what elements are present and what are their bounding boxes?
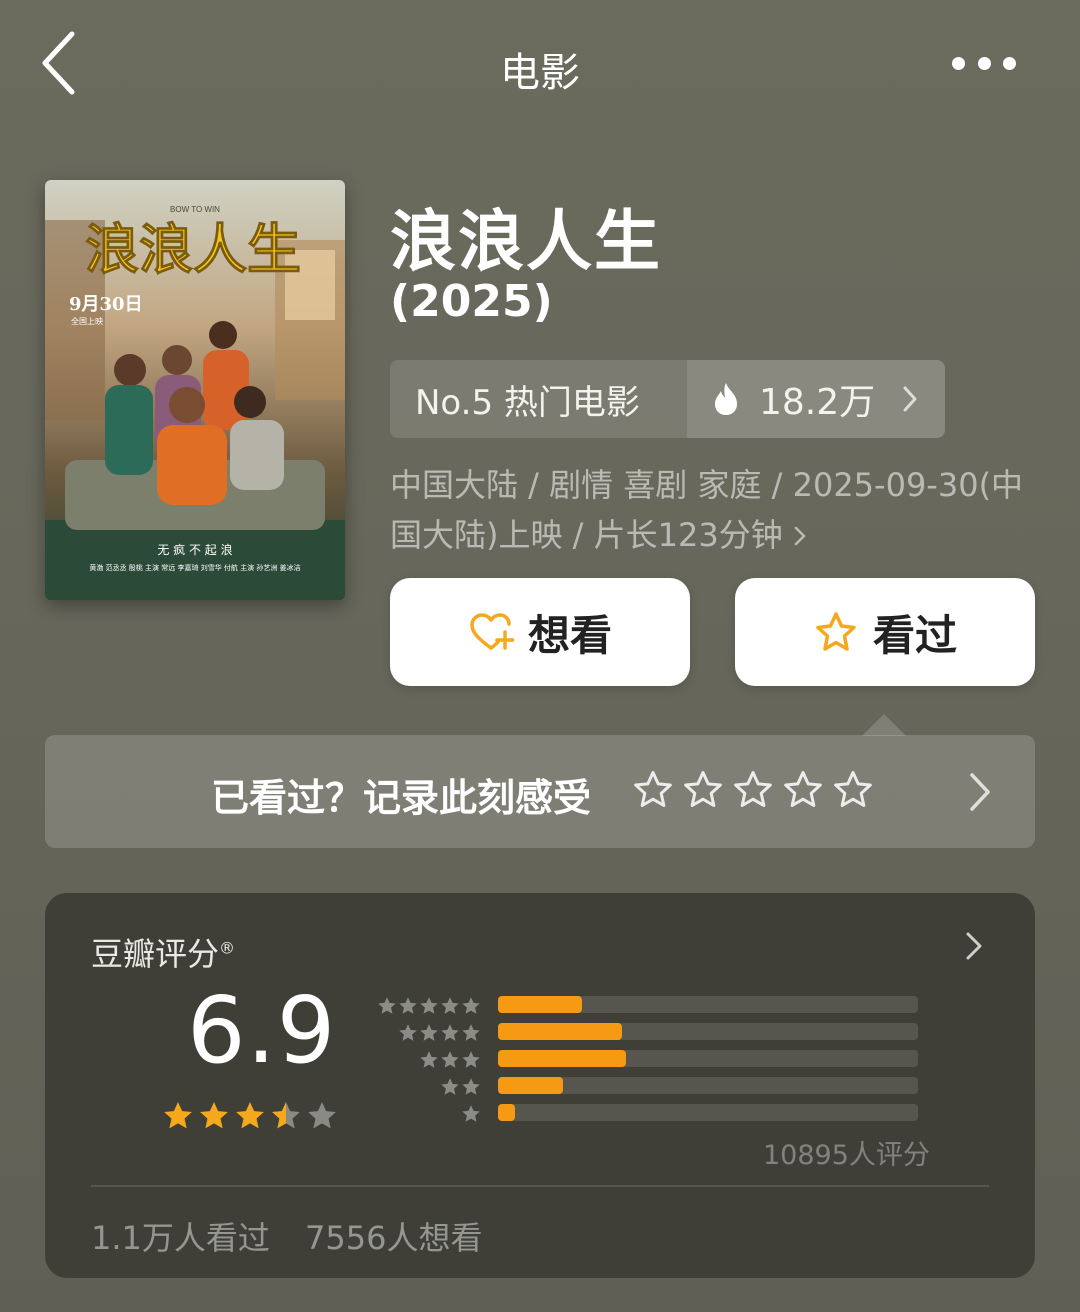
top-nav: 电影 xyxy=(0,0,1080,125)
movie-meta-text: 中国大陆 / 剧情 喜剧 家庭 / 2025-09-30(中国大陆)上映 / 片… xyxy=(390,466,1024,554)
distribution-track xyxy=(498,1023,918,1040)
star-filled-icon xyxy=(162,1099,194,1133)
rating-header-label: 豆瓣评分 xyxy=(91,935,220,973)
svg-text:9月30日: 9月30日 xyxy=(69,294,143,315)
flame-icon xyxy=(715,383,737,415)
record-rating-stars[interactable] xyxy=(633,769,873,811)
svg-text:BOW TO WIN: BOW TO WIN xyxy=(170,205,220,214)
chevron-right-icon[interactable] xyxy=(965,931,983,961)
watched-label: 看过 xyxy=(872,610,957,660)
want-count: 7556人想看 xyxy=(305,1219,483,1257)
distribution-bar xyxy=(498,996,582,1013)
rating-header: 豆瓣评分® xyxy=(91,929,235,975)
small-star-icon xyxy=(419,1050,439,1070)
more-dot-icon xyxy=(1003,56,1016,70)
movie-year: (2025) xyxy=(390,276,553,327)
more-dot-icon xyxy=(952,56,965,70)
distribution-bar xyxy=(498,1077,564,1094)
want-to-watch-button[interactable]: 想看 xyxy=(390,578,690,686)
rank-label[interactable]: No.5 热门电影 xyxy=(390,360,687,438)
distribution-stars xyxy=(377,996,481,1016)
small-star-icon xyxy=(461,1077,481,1097)
svg-text:全国上映: 全国上映 xyxy=(71,316,103,326)
heart-plus-icon xyxy=(470,613,514,650)
chevron-right-icon xyxy=(970,773,990,811)
star-filled-icon xyxy=(198,1099,230,1133)
distribution-stars xyxy=(398,1023,481,1043)
distribution-track xyxy=(498,996,918,1013)
small-star-icon xyxy=(461,996,481,1016)
rate-star-4-icon[interactable] xyxy=(783,769,823,811)
rating-score: 6.9 xyxy=(187,977,337,1084)
page-title: 电影 xyxy=(500,50,580,96)
score-stars xyxy=(162,1099,338,1133)
heat-value: 18.2万 xyxy=(759,382,876,423)
small-star-icon xyxy=(440,1050,460,1070)
record-feeling-bar[interactable]: 已看过？记录此刻感受 xyxy=(45,735,1035,848)
distribution-row-1-star xyxy=(375,1103,925,1125)
distribution-track xyxy=(498,1050,918,1067)
small-star-icon xyxy=(398,996,418,1016)
movie-poster[interactable]: BOW TO WIN 浪浪人生 9月30日 全国上映 无 疯 不 起 浪 黄渤 … xyxy=(45,180,345,600)
star-half-icon xyxy=(270,1099,302,1133)
rate-star-5-icon[interactable] xyxy=(833,769,873,811)
distribution-stars xyxy=(440,1077,481,1097)
svg-text:浪浪人生: 浪浪人生 xyxy=(85,218,301,281)
rating-card[interactable]: 豆瓣评分® 6.9 10895人评分 1.1万人看过 7556人想看 xyxy=(45,893,1035,1278)
chevron-right-icon xyxy=(794,526,805,546)
star-outline-icon xyxy=(816,612,856,651)
distribution-bar xyxy=(498,1023,622,1040)
small-star-icon xyxy=(461,1023,481,1043)
distribution-row-5-star xyxy=(375,995,925,1017)
small-star-icon xyxy=(440,996,460,1016)
distribution-stars xyxy=(461,1104,481,1124)
svg-text:黄渤 范丞丞 殷桃 主演 常远 李嘉琦 刘雪华 付航: 黄渤 范丞丞 殷桃 主演 常远 李嘉琦 刘雪华 付航 主演 孙艺洲 姜冰洁 xyxy=(89,563,300,572)
rank-badge: No.5 热门电影 18.2万 xyxy=(390,360,945,438)
small-star-icon xyxy=(419,1023,439,1043)
small-star-icon xyxy=(377,996,397,1016)
rate-star-1-icon[interactable] xyxy=(633,769,673,811)
distribution-row-3-star xyxy=(375,1049,925,1071)
more-options-button[interactable] xyxy=(944,44,1024,82)
record-prompt: 已看过？记录此刻感受 xyxy=(211,776,592,820)
watched-count: 1.1万人看过 xyxy=(91,1219,270,1257)
small-star-icon xyxy=(398,1023,418,1043)
star-empty-icon xyxy=(306,1099,338,1133)
tooltip-arrow xyxy=(862,714,906,736)
svg-text:无 疯 不 起 浪: 无 疯 不 起 浪 xyxy=(157,542,232,557)
distribution-row-2-star xyxy=(375,1076,925,1098)
rate-star-3-icon[interactable] xyxy=(733,769,773,811)
divider xyxy=(91,1185,989,1187)
chevron-right-icon xyxy=(903,386,917,412)
small-star-icon xyxy=(440,1077,460,1097)
movie-title: 浪浪人生 xyxy=(390,203,662,280)
distribution-track xyxy=(498,1077,918,1094)
movie-meta[interactable]: 中国大陆 / 剧情 喜剧 家庭 / 2025-09-30(中国大陆)上映 / 片… xyxy=(390,460,1040,560)
want-to-watch-label: 想看 xyxy=(527,610,612,660)
distribution-track xyxy=(498,1104,918,1121)
poster-image: BOW TO WIN 浪浪人生 9月30日 全国上映 无 疯 不 起 浪 黄渤 … xyxy=(45,180,345,600)
heat-button[interactable]: 18.2万 xyxy=(687,360,945,438)
watched-button[interactable]: 看过 xyxy=(735,578,1035,686)
rating-count: 10895人评分 xyxy=(763,1140,930,1171)
distribution-bar xyxy=(498,1050,627,1067)
star-filled-icon xyxy=(234,1099,266,1133)
small-star-icon xyxy=(461,1104,481,1124)
distribution-row-4-star xyxy=(375,1022,925,1044)
distribution-stars xyxy=(419,1050,481,1070)
distribution-bar xyxy=(498,1104,515,1121)
registered-mark: ® xyxy=(219,938,236,958)
small-star-icon xyxy=(461,1050,481,1070)
small-star-icon xyxy=(440,1023,460,1043)
rate-star-2-icon[interactable] xyxy=(683,769,723,811)
small-star-icon xyxy=(419,996,439,1016)
more-dot-icon xyxy=(977,56,991,70)
